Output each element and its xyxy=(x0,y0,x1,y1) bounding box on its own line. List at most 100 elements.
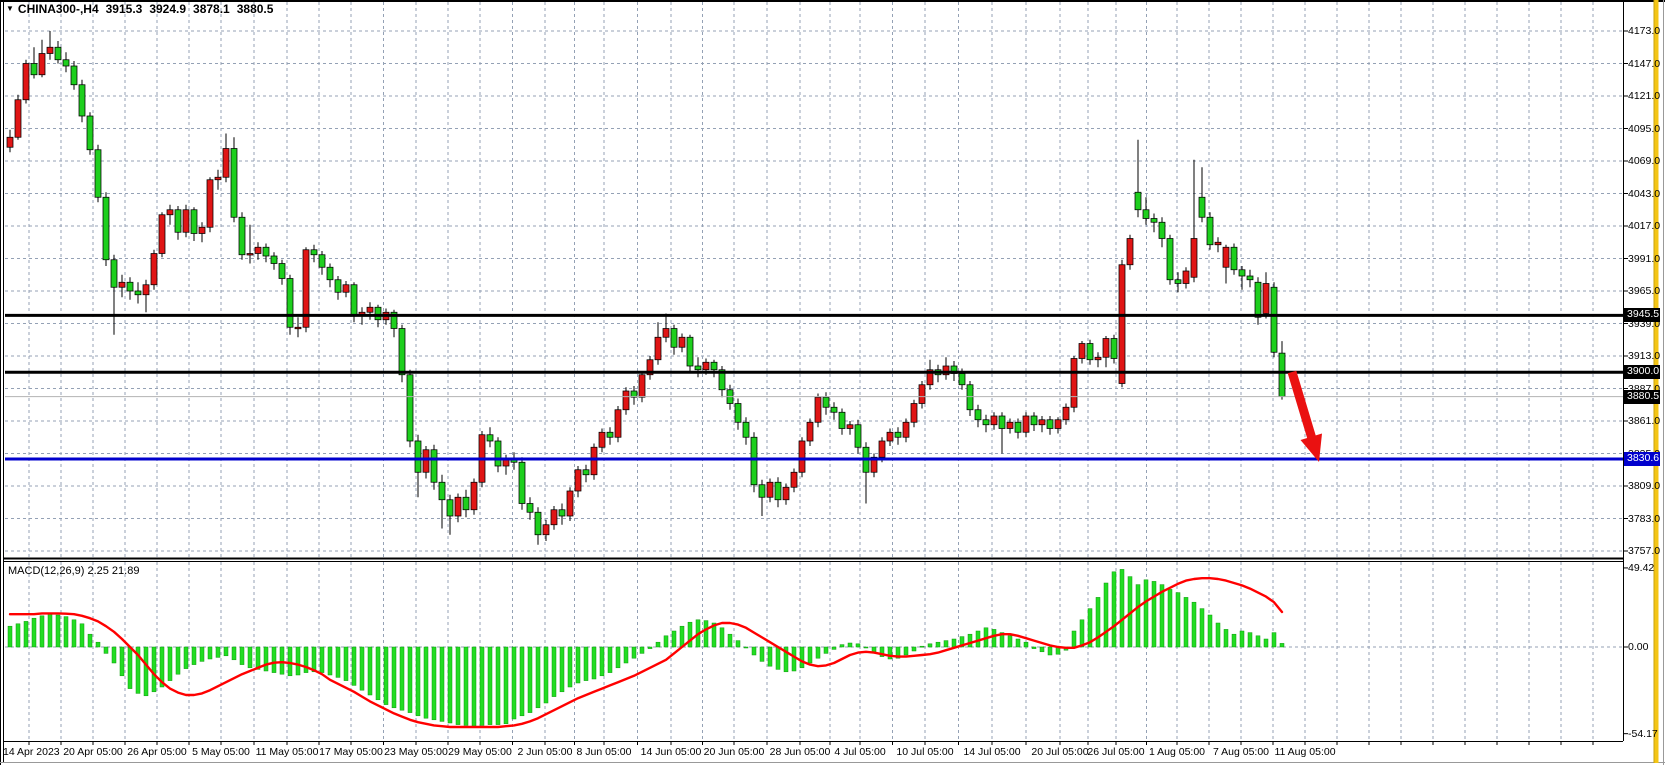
macd-histogram-bar xyxy=(168,647,172,681)
macd-histogram-bar xyxy=(704,621,708,647)
sell-arrow-shaft xyxy=(1292,372,1312,437)
candle-bearish xyxy=(63,60,69,66)
price-tick-label: 3913.0 xyxy=(1628,350,1660,362)
candle-bullish xyxy=(575,470,581,491)
candle-bearish xyxy=(1111,339,1117,359)
macd-histogram-bar xyxy=(672,631,676,647)
time-tick-label: 14 Jul 05:00 xyxy=(963,746,1020,758)
macd-indicator-label: MACD(12,26,9) 2.25 21.89 xyxy=(8,565,139,577)
macd-histogram-bar xyxy=(848,643,852,647)
symbol-timeframe-label: CHINA300-,H4 xyxy=(18,2,99,16)
macd-histogram-bar xyxy=(968,634,972,647)
candle-bearish xyxy=(439,482,445,500)
macd-histogram-bar xyxy=(224,647,228,656)
macd-histogram-bar xyxy=(280,647,284,674)
macd-histogram-bar xyxy=(664,636,668,647)
macd-histogram-bar xyxy=(568,647,572,687)
candle-bullish xyxy=(663,329,669,338)
macd-histogram-bar xyxy=(128,647,132,689)
macd-histogram-bar xyxy=(600,647,604,676)
time-tick-label: 20 Apr 05:00 xyxy=(63,746,123,758)
macd-histogram-bar xyxy=(808,647,812,663)
candle-bearish xyxy=(1231,247,1237,270)
macd-histogram-bar xyxy=(872,647,876,652)
macd-histogram-bar xyxy=(352,647,356,685)
macd-histogram-bar xyxy=(448,647,452,723)
macd-histogram-bar xyxy=(240,647,244,665)
macd-histogram-bar xyxy=(832,647,836,649)
candle-bullish xyxy=(1007,422,1013,428)
candle-bearish xyxy=(1047,420,1053,429)
macd-histogram-bar xyxy=(1152,581,1156,647)
candle-bearish xyxy=(1015,422,1021,432)
macd-histogram-bar xyxy=(488,647,492,725)
candle-bullish xyxy=(159,215,165,254)
candle-bearish xyxy=(823,397,829,407)
candle-bullish xyxy=(423,450,429,473)
candle-bearish xyxy=(775,482,781,500)
macd-histogram-bar xyxy=(1008,636,1012,647)
macd-histogram-bar xyxy=(1176,593,1180,647)
candle-bearish xyxy=(79,85,85,116)
candle-bearish xyxy=(415,441,421,472)
candle-bullish xyxy=(455,497,461,516)
candle-bearish xyxy=(735,404,741,423)
price-tick-label: 4043.0 xyxy=(1628,188,1660,200)
macd-histogram-bar xyxy=(760,647,764,661)
candle-bearish xyxy=(335,280,341,293)
chart-title: ▼CHINA300-,H43915.33924.93878.13880.5 xyxy=(6,2,273,16)
symbol-dropdown-icon[interactable]: ▼ xyxy=(6,4,14,13)
time-tick-label: 5 May 05:00 xyxy=(192,746,250,758)
candle-bullish xyxy=(911,404,917,423)
candle-bullish xyxy=(887,432,893,441)
macd-histogram-bar xyxy=(264,647,268,671)
price-tick-label: 3965.0 xyxy=(1628,285,1660,297)
candle-bullish xyxy=(567,491,573,516)
candle-bearish xyxy=(175,210,181,233)
macd-histogram-bar xyxy=(416,647,420,716)
macd-histogram-bar xyxy=(1272,633,1276,647)
macd-histogram-bar xyxy=(80,624,84,647)
candle-bullish xyxy=(1223,247,1229,267)
bar-low-value: 3878.1 xyxy=(193,2,230,16)
price-tick-label: 4147.0 xyxy=(1628,58,1660,70)
candle-bearish xyxy=(1087,344,1093,360)
candle-bearish xyxy=(895,432,901,437)
candle-bearish xyxy=(687,337,693,366)
macd-histogram-bar xyxy=(632,647,636,658)
candle-bullish xyxy=(151,254,157,285)
macd-histogram-bar xyxy=(1040,647,1044,652)
candle-bearish xyxy=(711,362,717,370)
candle-bullish xyxy=(1023,416,1029,432)
candle-bearish xyxy=(447,500,453,516)
time-tick-label: 10 Jul 05:00 xyxy=(896,746,953,758)
trading-chart-window: ▼CHINA300-,H43915.33924.93878.13880.5 MA… xyxy=(0,0,1665,765)
candle-bullish xyxy=(767,482,773,497)
candle-bullish xyxy=(119,282,125,287)
macd-histogram-bar xyxy=(144,647,148,696)
macd-histogram-bar xyxy=(504,647,508,724)
candle-bearish xyxy=(1159,222,1165,238)
chart-canvas[interactable] xyxy=(0,0,1665,765)
time-tick-label: 1 Aug 05:00 xyxy=(1149,746,1205,758)
price-tick-label: 4173.0 xyxy=(1628,25,1660,37)
macd-histogram-bar xyxy=(544,647,548,703)
macd-histogram-bar xyxy=(376,647,380,700)
macd-histogram-bar xyxy=(328,647,332,675)
candle-bullish xyxy=(815,397,821,422)
macd-histogram-bar xyxy=(152,647,156,692)
macd-histogram-bar xyxy=(496,647,500,725)
macd-histogram-bar xyxy=(888,647,892,659)
candle-bullish xyxy=(143,285,149,295)
candle-bullish xyxy=(1183,271,1189,284)
time-tick-label: 17 May 05:00 xyxy=(319,746,383,758)
candle-bullish xyxy=(903,422,909,437)
macd-histogram-bar xyxy=(440,647,444,721)
candle-bullish xyxy=(1063,407,1069,420)
time-tick-label: 2 Jun 05:00 xyxy=(518,746,573,758)
candle-bearish xyxy=(327,267,333,280)
macd-histogram-bar xyxy=(560,647,564,692)
candle-bullish xyxy=(503,460,509,466)
macd-histogram-bar xyxy=(16,624,20,647)
candle-bullish xyxy=(615,410,621,438)
